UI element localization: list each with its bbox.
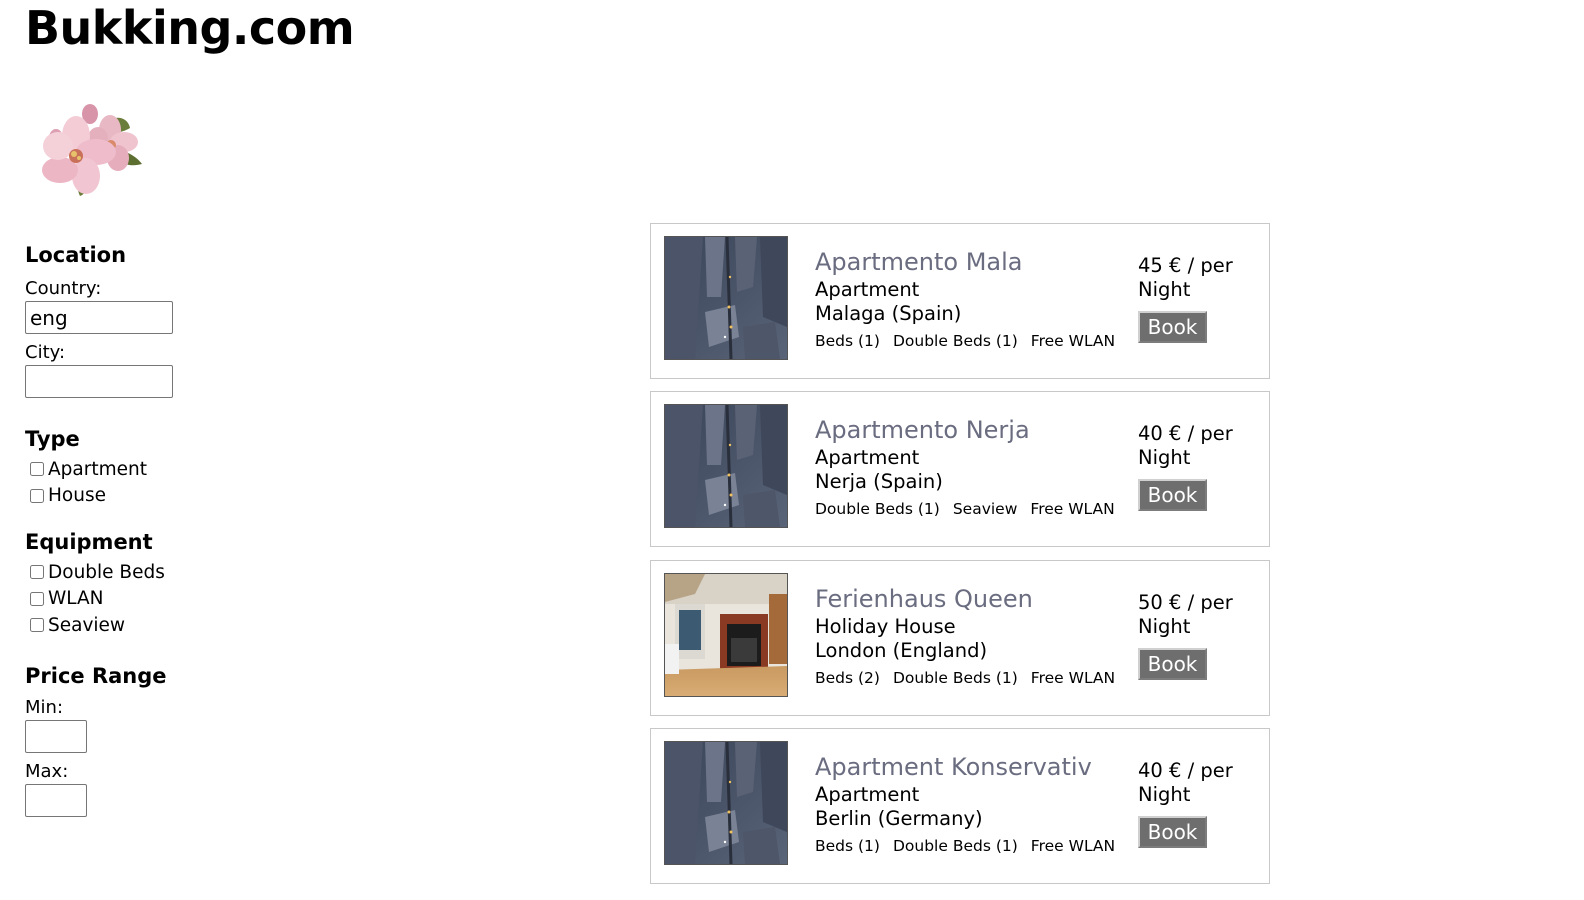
listing-location: Berlin (Germany) — [815, 807, 983, 831]
listing-price: 40 € / per Night — [1138, 759, 1233, 807]
listing-price: 40 € / per Night — [1138, 422, 1233, 470]
listing-type: Apartment — [815, 278, 920, 301]
max-price-label: Max: — [25, 760, 69, 782]
equipment-option-double-beds[interactable]: Double Beds — [25, 559, 245, 586]
listing-features: Beds (1) Double Beds (1) Free WLAN — [815, 835, 1115, 857]
wlan-checkbox[interactable] — [30, 591, 44, 606]
double-beds-checkbox[interactable] — [30, 565, 44, 580]
listing-price: 50 € / per Night — [1138, 590, 1233, 638]
feature-tag: Double Beds (1) — [892, 332, 1018, 350]
listing-photo — [664, 404, 788, 529]
listing-price-column: 50 € / per Night Book — [1138, 591, 1248, 680]
equipment-options: Double Beds WLAN Seaview — [25, 559, 245, 639]
seaview-checkbox[interactable] — [30, 618, 44, 633]
listing-price: 45 € / per Night — [1138, 254, 1233, 301]
book-button[interactable]: Book — [1138, 816, 1207, 849]
listing-name: Apartmento Mala — [815, 248, 1023, 276]
country-input[interactable] — [25, 301, 173, 334]
filter-sidebar: Location Country: City: Type Apartment H… — [25, 242, 245, 817]
seaview-label: Seaview — [48, 614, 126, 636]
feature-tag: Seaview — [952, 500, 1018, 519]
feature-tag: Beds (1) — [815, 332, 880, 350]
wlan-label: WLAN — [48, 588, 104, 610]
feature-tag: Beds (1) — [815, 837, 880, 856]
book-button[interactable]: Book — [1138, 647, 1207, 680]
cherry-blossom-flower-icon — [24, 104, 150, 196]
listing-features: Double Beds (1) Seaview Free WLAN — [815, 498, 1115, 520]
listing-name: Apartmento Nerja — [815, 416, 1030, 445]
double-beds-label: Double Beds — [48, 561, 165, 583]
book-button[interactable]: Book — [1138, 311, 1207, 343]
feature-tag: Free WLAN — [1030, 332, 1116, 350]
listing-features: Beds (1) Double Beds (1) Free WLAN — [815, 330, 1115, 352]
listing-type: Apartment — [815, 446, 920, 470]
location-heading: Location — [25, 243, 127, 267]
type-heading: Type — [25, 427, 80, 451]
equipment-heading: Equipment — [25, 530, 153, 554]
listing-type: Holiday House — [815, 614, 956, 638]
type-options: Apartment House — [25, 456, 245, 509]
house-label: House — [48, 485, 106, 507]
listing-photo — [664, 236, 788, 360]
listing-info: Apartmento Nerja Apartment Nerja (Spain)… — [815, 414, 1115, 520]
listing-name: Ferienhaus Queen — [815, 584, 1033, 613]
listing-card: Ferienhaus Queen Holiday House London (E… — [650, 559, 1270, 716]
feature-tag: Double Beds (1) — [892, 837, 1018, 856]
listing-location: London (England) — [815, 638, 988, 662]
feature-tag: Free WLAN — [1030, 500, 1115, 519]
listing-name: Apartment Konservativ — [815, 753, 1092, 782]
feature-tag: Double Beds (1) — [815, 500, 940, 519]
listing-results: Apartmento Mala Apartment Malaga (Spain)… — [650, 223, 1270, 897]
listing-price-column: 40 € / per Night Book — [1138, 422, 1248, 512]
feature-tag: Free WLAN — [1030, 668, 1116, 687]
city-input[interactable] — [25, 365, 173, 398]
listing-photo — [664, 741, 788, 866]
min-price-label: Min: — [25, 696, 64, 718]
listing-card: Apartment Konservativ Apartment Berlin (… — [650, 728, 1270, 885]
listing-location: Malaga (Spain) — [815, 302, 962, 325]
listing-features: Beds (2) Double Beds (1) Free WLAN — [815, 667, 1115, 689]
type-option-house[interactable]: House — [25, 483, 245, 510]
apartment-label: Apartment — [48, 458, 147, 480]
listing-price-column: 45 € / per Night Book — [1138, 254, 1248, 343]
equipment-option-seaview[interactable]: Seaview — [25, 612, 245, 639]
apartment-checkbox[interactable] — [30, 462, 44, 477]
type-option-apartment[interactable]: Apartment — [25, 456, 245, 483]
feature-tag: Double Beds (1) — [892, 668, 1018, 687]
country-label: Country: — [25, 278, 102, 299]
max-price-input[interactable] — [25, 783, 87, 817]
listing-info: Apartmento Mala Apartment Malaga (Spain)… — [815, 246, 1115, 352]
feature-tag: Beds (2) — [815, 668, 880, 687]
equipment-option-wlan[interactable]: WLAN — [25, 586, 245, 613]
book-button[interactable]: Book — [1138, 479, 1207, 512]
price-range-heading: Price Range — [25, 663, 167, 688]
listing-card: Apartmento Nerja Apartment Nerja (Spain)… — [650, 391, 1270, 548]
min-price-input[interactable] — [25, 719, 87, 753]
site-title: Bukking.com — [25, 1, 355, 55]
listing-type: Apartment — [815, 783, 920, 807]
listing-info: Ferienhaus Queen Holiday House London (E… — [815, 583, 1115, 689]
house-checkbox[interactable] — [30, 488, 44, 503]
city-label: City: — [25, 342, 66, 363]
listing-photo — [664, 572, 788, 697]
listing-card: Apartmento Mala Apartment Malaga (Spain)… — [650, 223, 1270, 379]
listing-info: Apartment Konservativ Apartment Berlin (… — [815, 751, 1115, 857]
feature-tag: Free WLAN — [1030, 837, 1116, 856]
listing-price-column: 40 € / per Night Book — [1138, 759, 1248, 849]
listing-location: Nerja (Spain) — [815, 470, 943, 494]
